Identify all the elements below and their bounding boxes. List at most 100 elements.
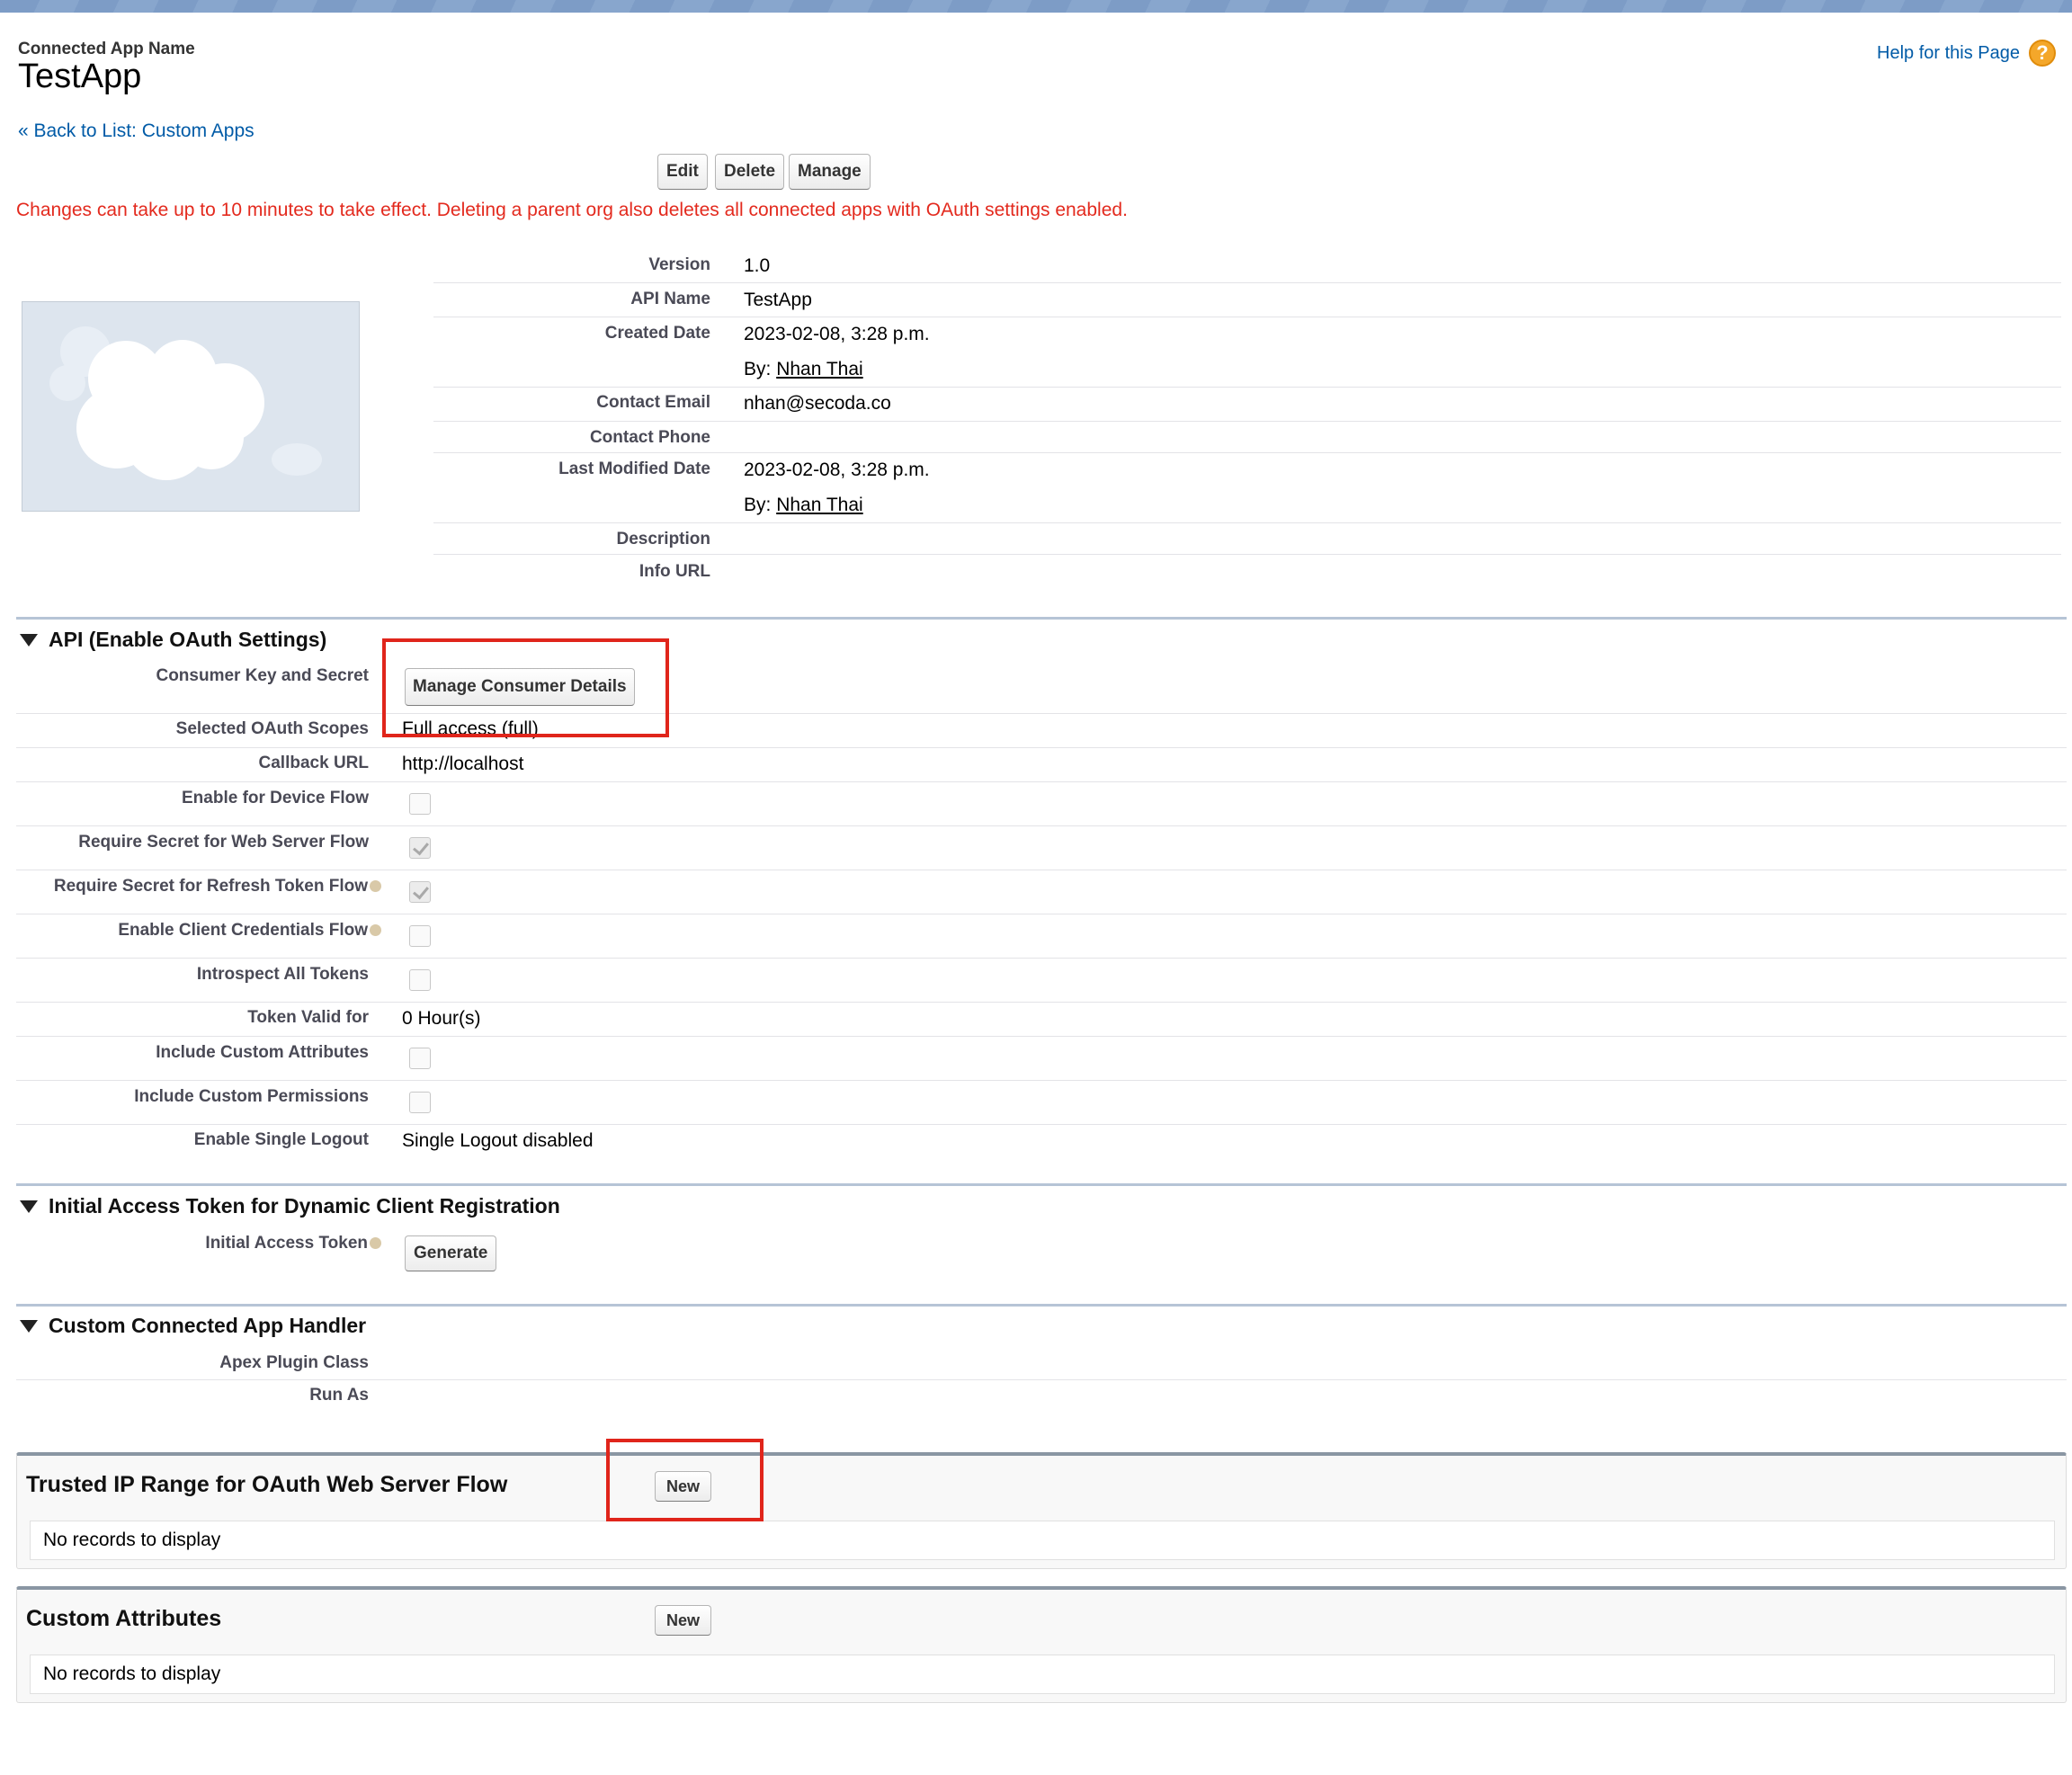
- warning-message: Changes can take up to 10 minutes to tak…: [16, 200, 1128, 220]
- section-divider: [16, 617, 2067, 620]
- generate-button[interactable]: Generate: [405, 1235, 497, 1271]
- created-date-label: Created Date: [604, 324, 710, 343]
- handler-section-title: Custom Connected App Handler: [49, 1314, 367, 1337]
- initial-token-section-header[interactable]: Initial Access Token for Dynamic Client …: [20, 1194, 560, 1218]
- page-label: Connected App Name: [18, 40, 195, 58]
- device-flow-label: Enable for Device Flow: [182, 789, 369, 807]
- created-date-value: 2023-02-08, 3:28 p.m.: [744, 324, 930, 344]
- contact-email-label: Contact Email: [596, 393, 710, 412]
- custom-attributes-checkbox[interactable]: [409, 1048, 431, 1069]
- created-by: By: Nhan Thai: [744, 359, 863, 380]
- info-icon[interactable]: [370, 924, 381, 937]
- oauth-scopes-label: Selected OAuth Scopes: [175, 719, 369, 738]
- secret-web-server-checkbox[interactable]: [409, 837, 431, 859]
- token-valid-value: 0 Hour(s): [402, 1008, 481, 1029]
- row-divider: [433, 387, 2061, 388]
- row-divider: [16, 1124, 2067, 1125]
- custom-attributes-title: Custom Attributes: [26, 1606, 222, 1631]
- collapse-triangle-icon[interactable]: [20, 1200, 38, 1213]
- row-divider: [433, 452, 2061, 453]
- modified-by: By: Nhan Thai: [744, 495, 863, 516]
- custom-attributes-empty: No records to display: [30, 1655, 2055, 1694]
- trusted-ip-empty: No records to display: [30, 1521, 2055, 1560]
- secret-refresh-text: Require Secret for Refresh Token Flow: [53, 877, 368, 896]
- callback-url-label: Callback URL: [258, 754, 369, 772]
- row-divider: [16, 1002, 2067, 1003]
- introspect-tokens-checkbox[interactable]: [409, 969, 431, 991]
- contact-phone-label: Contact Phone: [589, 428, 710, 447]
- help-area: Help for this Page ?: [1877, 40, 2056, 67]
- introspect-tokens-label: Introspect All Tokens: [196, 965, 369, 984]
- callback-url-value: http://localhost: [402, 754, 524, 774]
- manage-button[interactable]: Manage: [789, 154, 871, 190]
- contact-email-value: nhan@secoda.co: [744, 393, 891, 414]
- info-url-label: Info URL: [639, 562, 710, 581]
- custom-attributes-label: Include Custom Attributes: [156, 1043, 369, 1062]
- info-icon[interactable]: [370, 1237, 381, 1250]
- row-divider: [16, 1036, 2067, 1037]
- row-divider: [16, 825, 2067, 826]
- token-valid-label: Token Valid for: [247, 1008, 369, 1027]
- row-divider: [16, 958, 2067, 959]
- row-divider: [16, 747, 2067, 748]
- info-icon[interactable]: [370, 880, 381, 893]
- version-value: 1.0: [744, 255, 771, 276]
- app-logo: [22, 301, 360, 512]
- delete-button[interactable]: Delete: [715, 154, 785, 190]
- section-divider: [16, 1304, 2067, 1307]
- single-logout-label: Enable Single Logout: [193, 1130, 369, 1149]
- consumer-key-label: Consumer Key and Secret: [156, 666, 369, 685]
- last-modified-label: Last Modified Date: [558, 459, 710, 478]
- highlight-box: [606, 1439, 764, 1521]
- highlight-box: [382, 638, 669, 737]
- created-by-prefix: By:: [744, 359, 772, 379]
- back-to-list-link[interactable]: « Back to List: Custom Apps: [18, 120, 255, 142]
- row-divider: [433, 522, 2061, 523]
- version-label: Version: [648, 255, 710, 274]
- custom-attributes-panel: Custom Attributes New No records to disp…: [16, 1586, 2067, 1703]
- row-divider: [16, 713, 2067, 714]
- created-by-user-link[interactable]: Nhan Thai: [776, 359, 863, 379]
- initial-token-text: Initial Access Token: [205, 1234, 368, 1253]
- section-divider: [16, 1183, 2067, 1186]
- last-modified-value: 2023-02-08, 3:28 p.m.: [744, 459, 930, 480]
- run-as-label: Run As: [309, 1386, 369, 1405]
- collapse-triangle-icon[interactable]: [20, 1319, 38, 1333]
- custom-attributes-new-button[interactable]: New: [655, 1605, 712, 1636]
- trusted-ip-title: Trusted IP Range for OAuth Web Server Fl…: [26, 1472, 508, 1497]
- row-divider: [433, 282, 2061, 283]
- secret-refresh-label: Require Secret for Refresh Token Flow: [54, 877, 381, 896]
- client-credentials-label: Enable Client Credentials Flow: [118, 921, 381, 941]
- page-title: TestApp: [18, 58, 142, 95]
- row-divider: [16, 781, 2067, 782]
- modified-by-prefix: By:: [744, 495, 772, 515]
- row-divider: [433, 554, 2061, 555]
- edit-button[interactable]: Edit: [657, 154, 708, 190]
- initial-token-label: Initial Access Token: [205, 1234, 381, 1253]
- api-name-value: TestApp: [744, 290, 812, 310]
- row-divider: [16, 1080, 2067, 1081]
- custom-permissions-label: Include Custom Permissions: [134, 1087, 369, 1106]
- initial-token-section-title: Initial Access Token for Dynamic Client …: [49, 1194, 560, 1218]
- trusted-ip-panel: Trusted IP Range for OAuth Web Server Fl…: [16, 1452, 2067, 1569]
- description-label: Description: [616, 530, 710, 549]
- help-icon[interactable]: ?: [2029, 40, 2056, 67]
- api-section-header[interactable]: API (Enable OAuth Settings): [20, 628, 326, 652]
- top-banner: [0, 0, 2072, 13]
- help-link[interactable]: Help for this Page: [1877, 43, 2020, 64]
- apex-plugin-label: Apex Plugin Class: [219, 1353, 369, 1372]
- collapse-triangle-icon[interactable]: [20, 633, 38, 647]
- device-flow-checkbox[interactable]: [409, 793, 431, 815]
- handler-section-header[interactable]: Custom Connected App Handler: [20, 1314, 366, 1338]
- client-credentials-checkbox[interactable]: [409, 925, 431, 947]
- row-divider: [16, 1379, 2067, 1380]
- row-divider: [433, 421, 2061, 422]
- secret-web-server-label: Require Secret for Web Server Flow: [78, 833, 369, 852]
- cloud-icon: [49, 326, 322, 480]
- client-credentials-text: Enable Client Credentials Flow: [118, 921, 368, 940]
- custom-permissions-checkbox[interactable]: [409, 1092, 431, 1113]
- api-name-label: API Name: [630, 290, 710, 308]
- modified-by-user-link[interactable]: Nhan Thai: [776, 495, 863, 515]
- single-logout-value: Single Logout disabled: [402, 1130, 594, 1151]
- secret-refresh-checkbox[interactable]: [409, 881, 431, 903]
